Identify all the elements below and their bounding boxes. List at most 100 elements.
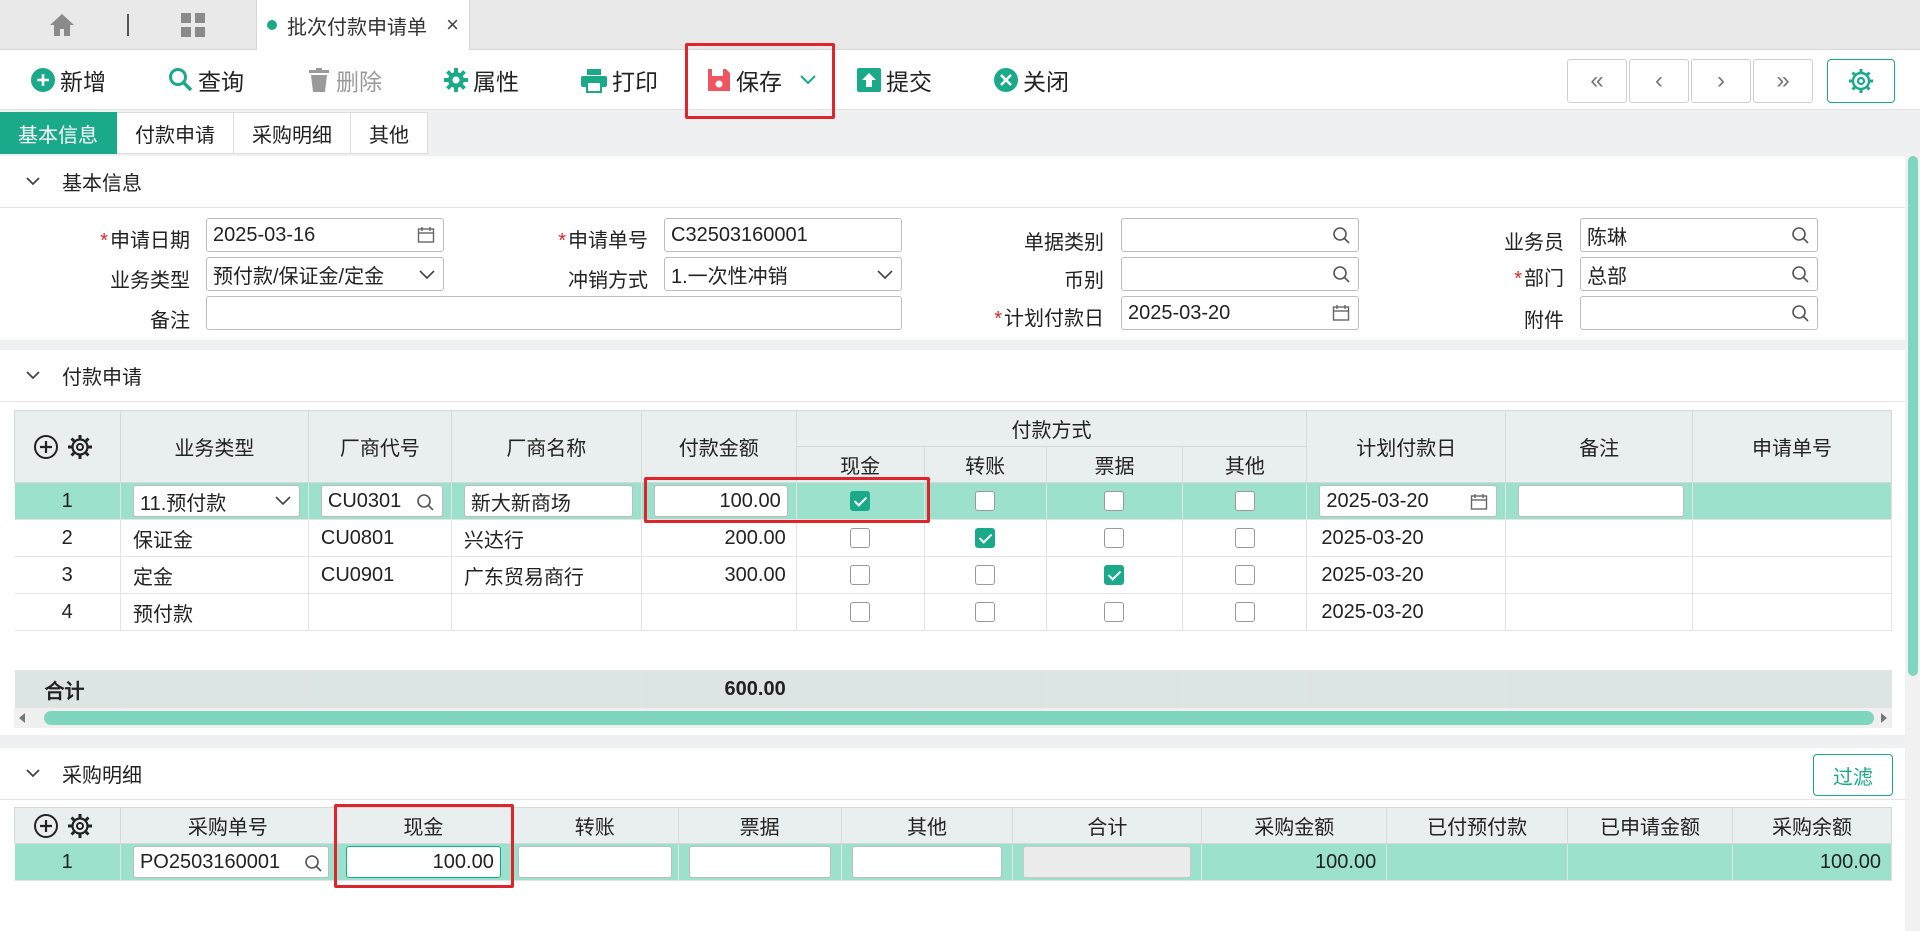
row-biz-type-select[interactable]: 11.预付款 [132, 485, 300, 517]
row-transfer-input[interactable] [517, 846, 672, 878]
row-po-no-input[interactable]: PO2503160001 [132, 846, 329, 878]
currency-field[interactable] [1121, 257, 1359, 291]
apply-date-field[interactable]: 2025-03-16 [206, 218, 444, 252]
col-applied: 已申请金额 [1567, 807, 1733, 844]
col-transfer: 转账 [510, 807, 679, 844]
other-checkbox[interactable] [1234, 565, 1255, 586]
submit-button[interactable]: 提交 [856, 62, 932, 98]
row-amount-input[interactable]: 100.00 [653, 485, 788, 517]
cash-checkbox[interactable] [850, 565, 871, 586]
other-checkbox[interactable] [1234, 491, 1255, 512]
salesman-field[interactable]: 陈琳 [1580, 218, 1818, 252]
row-vendor-code-input[interactable]: CU0301 [320, 485, 443, 517]
other-checkbox[interactable] [1234, 528, 1255, 549]
settings-button[interactable] [1827, 59, 1895, 103]
row-vendor-name-input[interactable]: 新大新商场 [463, 485, 633, 517]
tab-other[interactable]: 其他 [351, 112, 428, 154]
search-icon[interactable] [1791, 226, 1809, 244]
search-icon[interactable] [1332, 265, 1350, 283]
row-apply-no [1692, 519, 1892, 557]
add-row-icon[interactable] [33, 434, 59, 460]
add-button[interactable]: 新增 [30, 62, 106, 98]
tab-payment-request[interactable]: 付款申请 [117, 112, 234, 154]
search-icon[interactable] [304, 854, 322, 872]
search-icon[interactable] [416, 493, 434, 511]
other-checkbox[interactable] [1234, 602, 1255, 623]
search-icon[interactable] [1791, 304, 1809, 322]
bill-checkbox[interactable] [1104, 565, 1125, 586]
transfer-checkbox[interactable] [975, 602, 996, 623]
offset-select[interactable]: 1.一次性冲销 [664, 257, 902, 291]
transfer-checkbox[interactable] [975, 491, 996, 512]
table-row[interactable]: 1 11.预付款 CU0301 新大新商场 100.00 2025-03-20 [14, 482, 1892, 520]
calendar-icon[interactable] [1332, 304, 1350, 322]
cash-checkbox[interactable] [850, 528, 871, 549]
query-button[interactable]: 查询 [168, 62, 244, 98]
bill-checkbox[interactable] [1104, 491, 1125, 512]
bill-checkbox[interactable] [1104, 528, 1125, 549]
properties-button[interactable]: 属性 [443, 62, 519, 98]
search-icon[interactable] [1332, 226, 1350, 244]
gear-icon[interactable] [67, 434, 93, 460]
chevron-down-icon [419, 270, 435, 280]
delete-button[interactable]: 删除 [306, 62, 382, 98]
remark-field[interactable] [206, 296, 902, 330]
col-biz-type: 业务类型 [119, 410, 309, 483]
table-row[interactable]: 4 预付款 2025-03-20 [14, 593, 1892, 631]
purchase-detail-header[interactable]: 采购明细 [0, 748, 1905, 800]
calendar-icon[interactable] [1470, 493, 1488, 511]
first-record-button[interactable]: « [1567, 59, 1627, 103]
previous-record-button[interactable]: ‹ [1629, 59, 1689, 103]
currency-label: 币别 [1064, 270, 1104, 292]
close-button[interactable]: 关闭 [993, 62, 1069, 98]
table-row[interactable]: 1 PO2503160001 100.00 100.00 100.00 [14, 843, 1893, 881]
row-plan-date-input[interactable]: 2025-03-20 [1319, 485, 1498, 517]
cash-checkbox[interactable] [850, 491, 871, 512]
row-remark-input[interactable] [1518, 485, 1685, 517]
row-apply-no [1692, 593, 1892, 631]
document-tab[interactable]: 批次付款申请单 × [256, 0, 470, 50]
search-icon[interactable] [1791, 265, 1809, 283]
printer-icon [581, 69, 607, 93]
biz-type-select[interactable]: 预付款/保证金/定金 [206, 257, 444, 291]
col-bill: 票据 [1045, 446, 1184, 483]
scrollbar-thumb[interactable] [44, 711, 1874, 725]
table-row[interactable]: 3 定金 CU0901 广东贸易商行 300.00 2025-03-20 [14, 556, 1892, 594]
gear-icon[interactable] [67, 813, 93, 839]
transfer-checkbox[interactable] [975, 528, 996, 549]
payment-request-header[interactable]: 付款申请 [0, 350, 1905, 402]
table-row[interactable]: 2 保证金 CU0801 兴达行 200.00 2025-03-20 [14, 519, 1892, 557]
filter-button[interactable]: 过滤 [1813, 754, 1893, 796]
bill-checkbox[interactable] [1104, 602, 1125, 623]
close-tab-icon[interactable]: × [446, 12, 459, 38]
print-button[interactable]: 打印 [580, 62, 658, 98]
chevron-down-icon[interactable] [800, 75, 816, 85]
apps-grid-icon[interactable] [180, 12, 206, 38]
row-bill-input[interactable] [688, 846, 831, 878]
scroll-left-icon[interactable] [18, 713, 26, 723]
basic-info-header[interactable]: 基本信息 [0, 156, 1905, 208]
col-amount: 付款金额 [640, 410, 797, 483]
row-other-input[interactable] [851, 846, 1003, 878]
page-vertical-scrollbar[interactable] [1905, 154, 1920, 931]
doc-type-field[interactable] [1121, 218, 1359, 252]
transfer-checkbox[interactable] [975, 565, 996, 586]
apply-no-field[interactable]: C32503160001 [664, 218, 902, 252]
scroll-right-icon[interactable] [1880, 713, 1888, 723]
row-cash-input[interactable]: 100.00 [345, 846, 501, 878]
last-record-button[interactable]: » [1753, 59, 1813, 103]
plan-date-field[interactable]: 2025-03-20 [1121, 296, 1359, 330]
total-amount: 600.00 [641, 670, 797, 708]
attach-field[interactable] [1580, 296, 1818, 330]
tab-purchase-detail[interactable]: 采购明细 [234, 112, 351, 154]
cash-checkbox[interactable] [850, 602, 871, 623]
add-row-icon[interactable] [33, 813, 59, 839]
calendar-icon[interactable] [417, 226, 435, 244]
tab-basic-info[interactable]: 基本信息 [0, 112, 117, 154]
next-record-button[interactable]: › [1691, 59, 1751, 103]
dept-field[interactable]: 总部 [1580, 257, 1818, 291]
home-icon[interactable] [48, 12, 76, 38]
save-button[interactable]: 保存 [706, 62, 820, 98]
scrollbar-thumb[interactable] [1908, 156, 1918, 676]
payment-horizontal-scrollbar[interactable] [14, 708, 1892, 728]
